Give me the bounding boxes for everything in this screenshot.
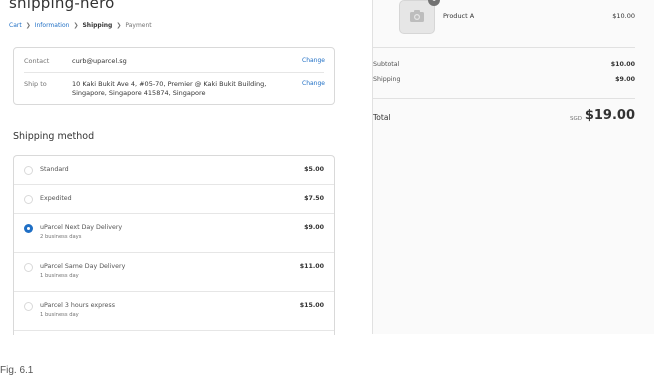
chevron-right-icon: ❯ <box>25 22 31 29</box>
figure-caption: Fig. 6.1 <box>0 365 34 376</box>
change-ship-to-link[interactable]: Change <box>302 80 325 87</box>
shipping-method-same-day[interactable]: uParcel Same Day Delivery 1 business day… <box>14 253 334 292</box>
summary-divider <box>373 98 635 99</box>
total-value: $19.00 <box>584 108 635 123</box>
shipping-method-expedited[interactable]: Expedited $7.50 <box>14 185 334 214</box>
chevron-right-icon: ❯ <box>73 22 79 29</box>
shipping-method-title: Shipping method <box>13 131 95 142</box>
method-name: Standard <box>40 166 69 173</box>
radio-button[interactable] <box>24 263 33 272</box>
method-price: $9.00 <box>304 224 324 231</box>
order-summary-sidebar: 1 Product A $10.00 Subtotal $10.00 Shipp… <box>372 0 654 334</box>
change-contact-link[interactable]: Change <box>302 57 325 64</box>
radio-button[interactable] <box>24 195 33 204</box>
summary-divider <box>373 47 635 48</box>
ship-to-address-line2: Singapore, Singapore 415874, Singapore <box>72 89 206 97</box>
ship-to-address-line1: 10 Kaki Bukit Ave 4, #05-70, Premier @ K… <box>72 80 267 88</box>
chevron-right-icon: ❯ <box>116 22 122 29</box>
subtotal-value: $10.00 <box>610 61 635 68</box>
radio-button[interactable] <box>24 166 33 175</box>
review-divider <box>24 72 324 73</box>
total-currency: SGD <box>570 116 582 122</box>
method-price: $11.00 <box>299 263 324 270</box>
shipping-method-3-hours[interactable]: uParcel 3 hours express 1 business day $… <box>14 292 334 331</box>
method-price: $15.00 <box>299 302 324 309</box>
breadcrumb-shipping: Shipping <box>82 22 113 29</box>
shipping-value: $9.00 <box>615 76 635 83</box>
contact-label: Contact <box>24 57 50 65</box>
ship-to-value: 10 Kaki Bukit Ave 4, #05-70, Premier @ K… <box>72 80 292 98</box>
radio-button[interactable] <box>24 302 33 311</box>
method-name: uParcel Same Day Delivery <box>40 263 126 270</box>
method-delivery-time: 1 business day <box>40 312 79 318</box>
breadcrumb-information[interactable]: Information <box>35 22 70 29</box>
breadcrumb-cart[interactable]: Cart <box>9 22 22 29</box>
breadcrumb: Cart ❯ Information ❯ Shipping ❯ Payment <box>9 22 152 29</box>
review-block: Contact curb@uparcel.sg Change Ship to 1… <box>13 47 335 105</box>
shipping-label: Shipping <box>373 76 401 83</box>
contact-value: curb@uparcel.sg <box>72 57 127 65</box>
breadcrumb-payment: Payment <box>125 22 152 29</box>
subtotal-label: Subtotal <box>373 61 400 68</box>
method-price: $5.00 <box>304 166 324 173</box>
method-delivery-time: 2 business days <box>40 234 82 240</box>
store-name[interactable]: shipping-hero <box>9 0 115 12</box>
radio-button-selected[interactable] <box>24 224 33 233</box>
ship-to-label: Ship to <box>24 80 47 88</box>
method-price: $7.50 <box>304 195 324 202</box>
method-delivery-time: 1 business day <box>40 273 79 279</box>
method-name: uParcel 3 hours express <box>40 302 115 309</box>
shipping-method-next-day[interactable]: uParcel Next Day Delivery 2 business day… <box>14 214 334 253</box>
shipping-methods-list: Standard $5.00 Expedited $7.50 uParcel N… <box>13 155 335 335</box>
checkout-main: shipping-hero Cart ❯ Information ❯ Shipp… <box>0 0 372 335</box>
method-name: uParcel Next Day Delivery <box>40 224 123 231</box>
method-name: Expedited <box>40 195 72 202</box>
total-label: Total <box>373 113 391 122</box>
shipping-method-standard[interactable]: Standard $5.00 <box>14 156 334 185</box>
